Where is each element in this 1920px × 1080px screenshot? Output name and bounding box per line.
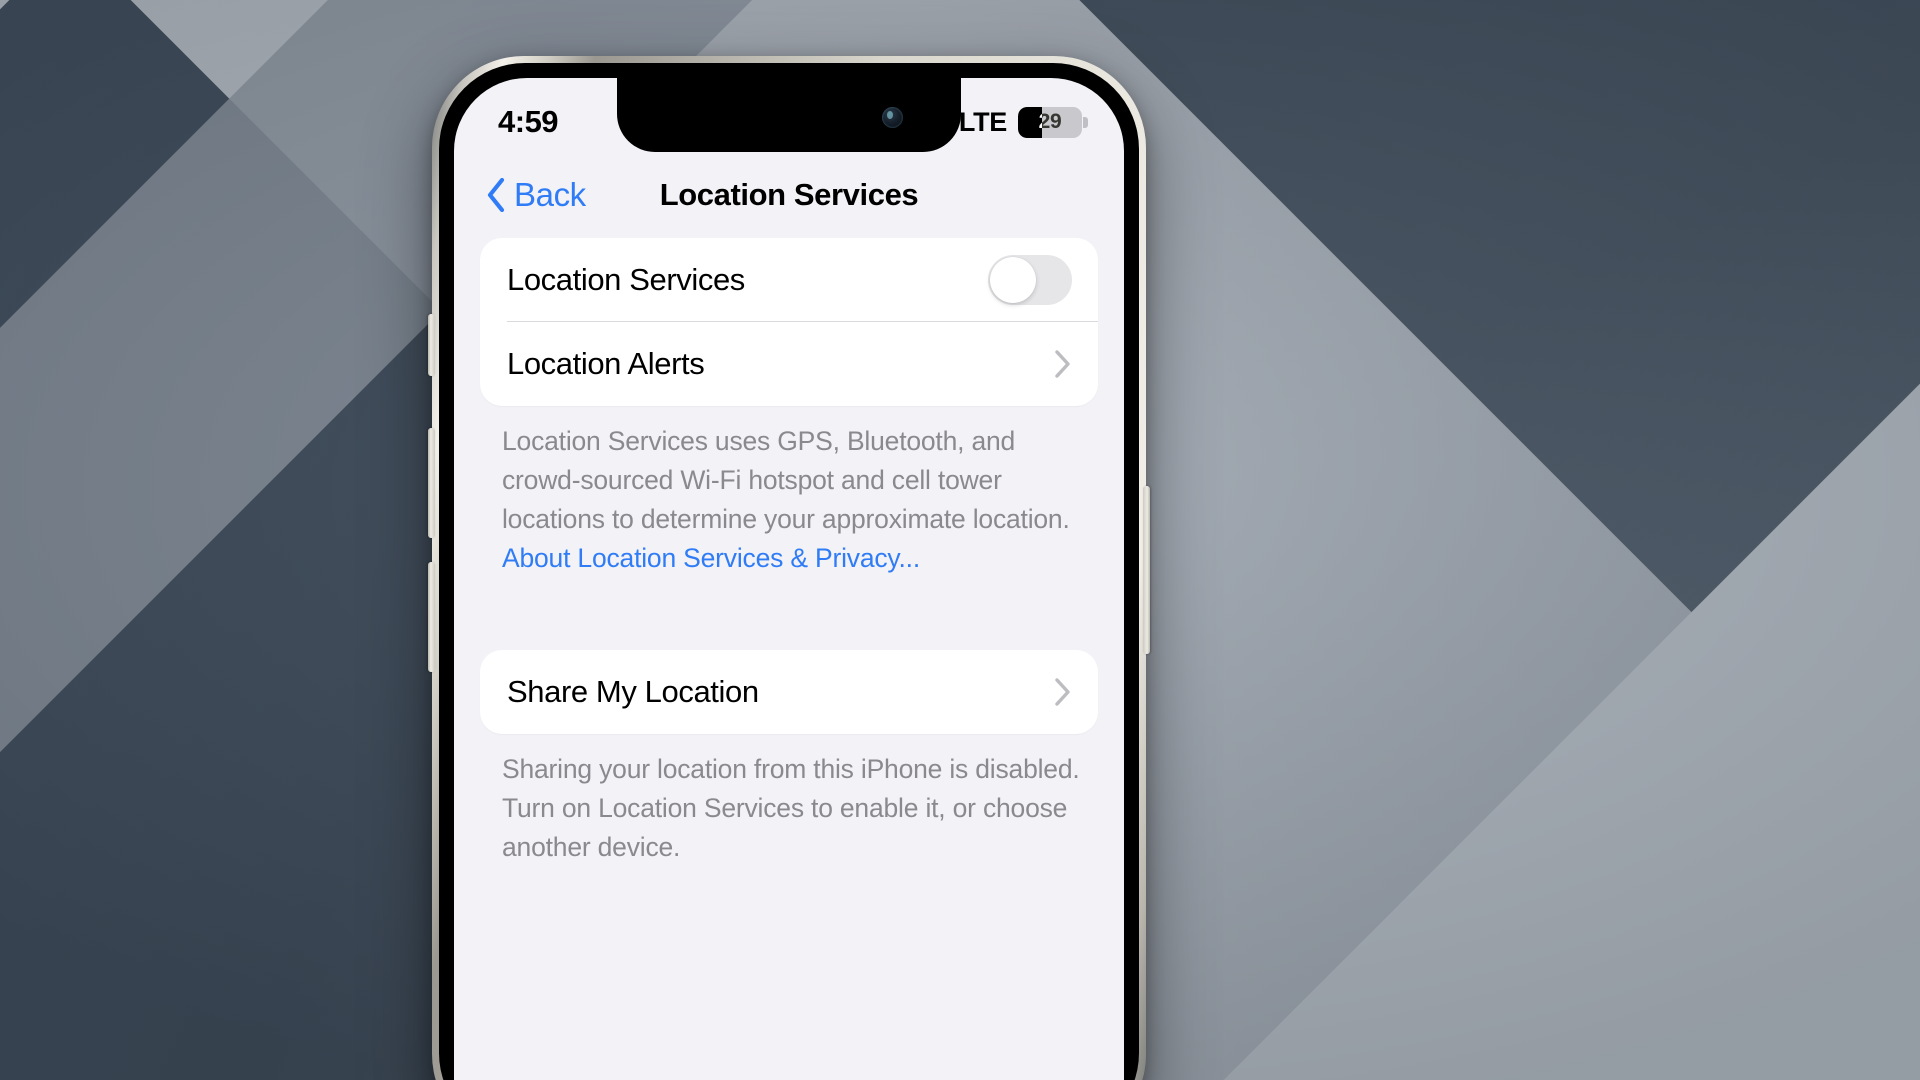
- row-location-alerts[interactable]: Location Alerts: [480, 322, 1098, 406]
- row-label: Share My Location: [507, 673, 759, 709]
- network-type-label: LTE: [958, 106, 1007, 137]
- footnote-text: Sharing your location from this iPhone i…: [502, 753, 1080, 862]
- row-label: Location Alerts: [507, 346, 705, 381]
- footnote-text: Location Services uses GPS, Bluetooth, a…: [502, 426, 1070, 534]
- front-camera-icon: [882, 107, 903, 128]
- battery-icon: 29: [1018, 106, 1088, 138]
- row-location-services[interactable]: Location Services: [480, 238, 1098, 322]
- navigation-bar: Back Location Services: [454, 152, 1124, 238]
- row-share-my-location[interactable]: Share My Location: [480, 650, 1098, 734]
- volume-down-button[interactable]: [428, 562, 435, 672]
- share-my-location-section: Share My Location: [480, 649, 1098, 734]
- toggle-knob: [990, 257, 1036, 303]
- phone-screen: 4:59 LTE 29 Back Location Services Locat…: [454, 78, 1124, 1080]
- iphone-device: 4:59 LTE 29 Back Location Services Locat…: [428, 56, 1150, 1080]
- chevron-left-icon: [487, 178, 505, 212]
- phone-bezel: 4:59 LTE 29 Back Location Services Locat…: [439, 63, 1139, 1080]
- settings-content: Location Services Location Alerts Locati…: [454, 238, 1124, 1080]
- battery-percent-label: 29: [1038, 110, 1062, 133]
- battery-tip: [1083, 116, 1088, 128]
- privacy-link[interactable]: About Location Services & Privacy...: [502, 543, 920, 573]
- chevron-right-icon: [1055, 350, 1070, 378]
- volume-up-button[interactable]: [428, 428, 435, 538]
- power-button[interactable]: [1143, 486, 1150, 654]
- display-notch: [617, 78, 961, 152]
- location-services-section: Location Services Location Alerts: [480, 238, 1098, 406]
- status-time: 4:59: [498, 104, 559, 139]
- silent-switch[interactable]: [428, 314, 435, 376]
- back-button[interactable]: Back: [486, 176, 586, 214]
- back-button-label: Back: [514, 176, 586, 213]
- row-label: Location Services: [507, 262, 745, 297]
- location-services-toggle[interactable]: [988, 255, 1072, 305]
- share-my-location-footnote: Sharing your location from this iPhone i…: [480, 734, 1098, 867]
- location-services-footnote: Location Services uses GPS, Bluetooth, a…: [480, 406, 1098, 578]
- chevron-right-icon: [1055, 678, 1070, 706]
